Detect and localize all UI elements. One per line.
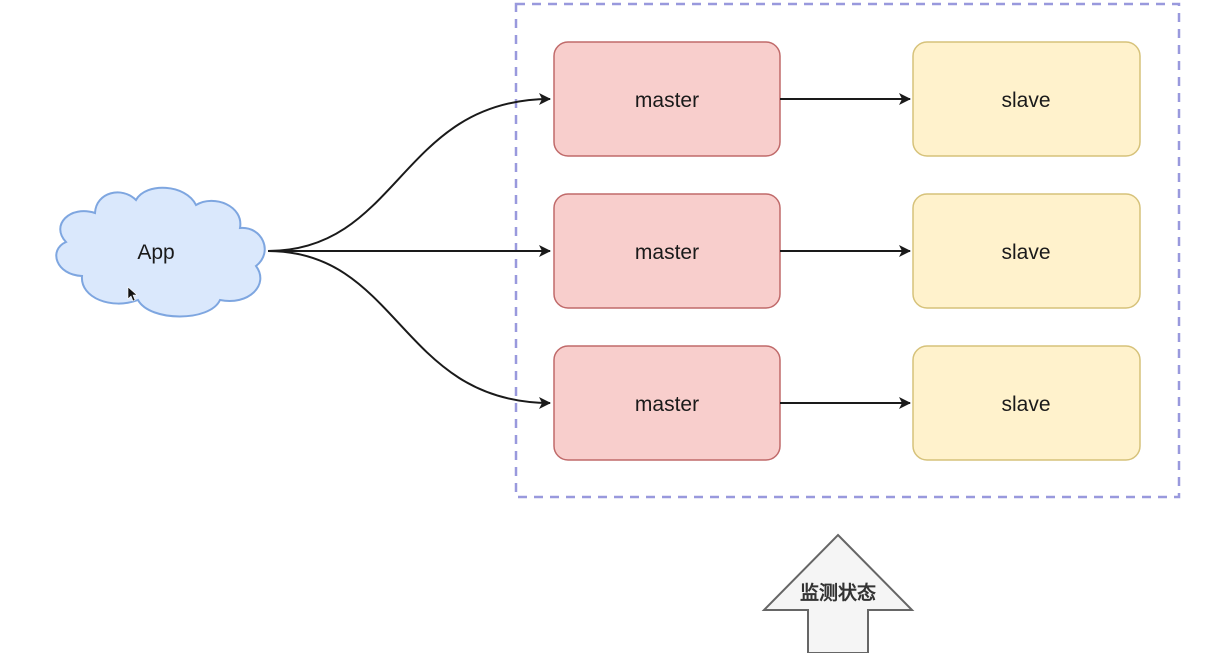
- slave-label: slave: [1001, 241, 1050, 264]
- replication-row-2: master slave: [553, 193, 1141, 309]
- monitor-label: 监测状态: [800, 581, 876, 604]
- connector-app-master-3: [267, 250, 551, 409]
- master-label: master: [635, 89, 699, 112]
- app-label: App: [137, 241, 174, 264]
- connector-app-master-1: [267, 93, 551, 252]
- slave-label: slave: [1001, 89, 1050, 112]
- master-label: master: [635, 241, 699, 264]
- monitor-arrow: 监测状态: [761, 533, 915, 653]
- architecture-diagram: App master slave master slave master sla…: [55, 2, 1181, 653]
- replication-row-3: master slave: [553, 345, 1141, 461]
- slave-label: slave: [1001, 393, 1050, 416]
- app-node: App: [55, 186, 266, 318]
- master-label: master: [635, 393, 699, 416]
- replication-row-1: master slave: [553, 41, 1141, 157]
